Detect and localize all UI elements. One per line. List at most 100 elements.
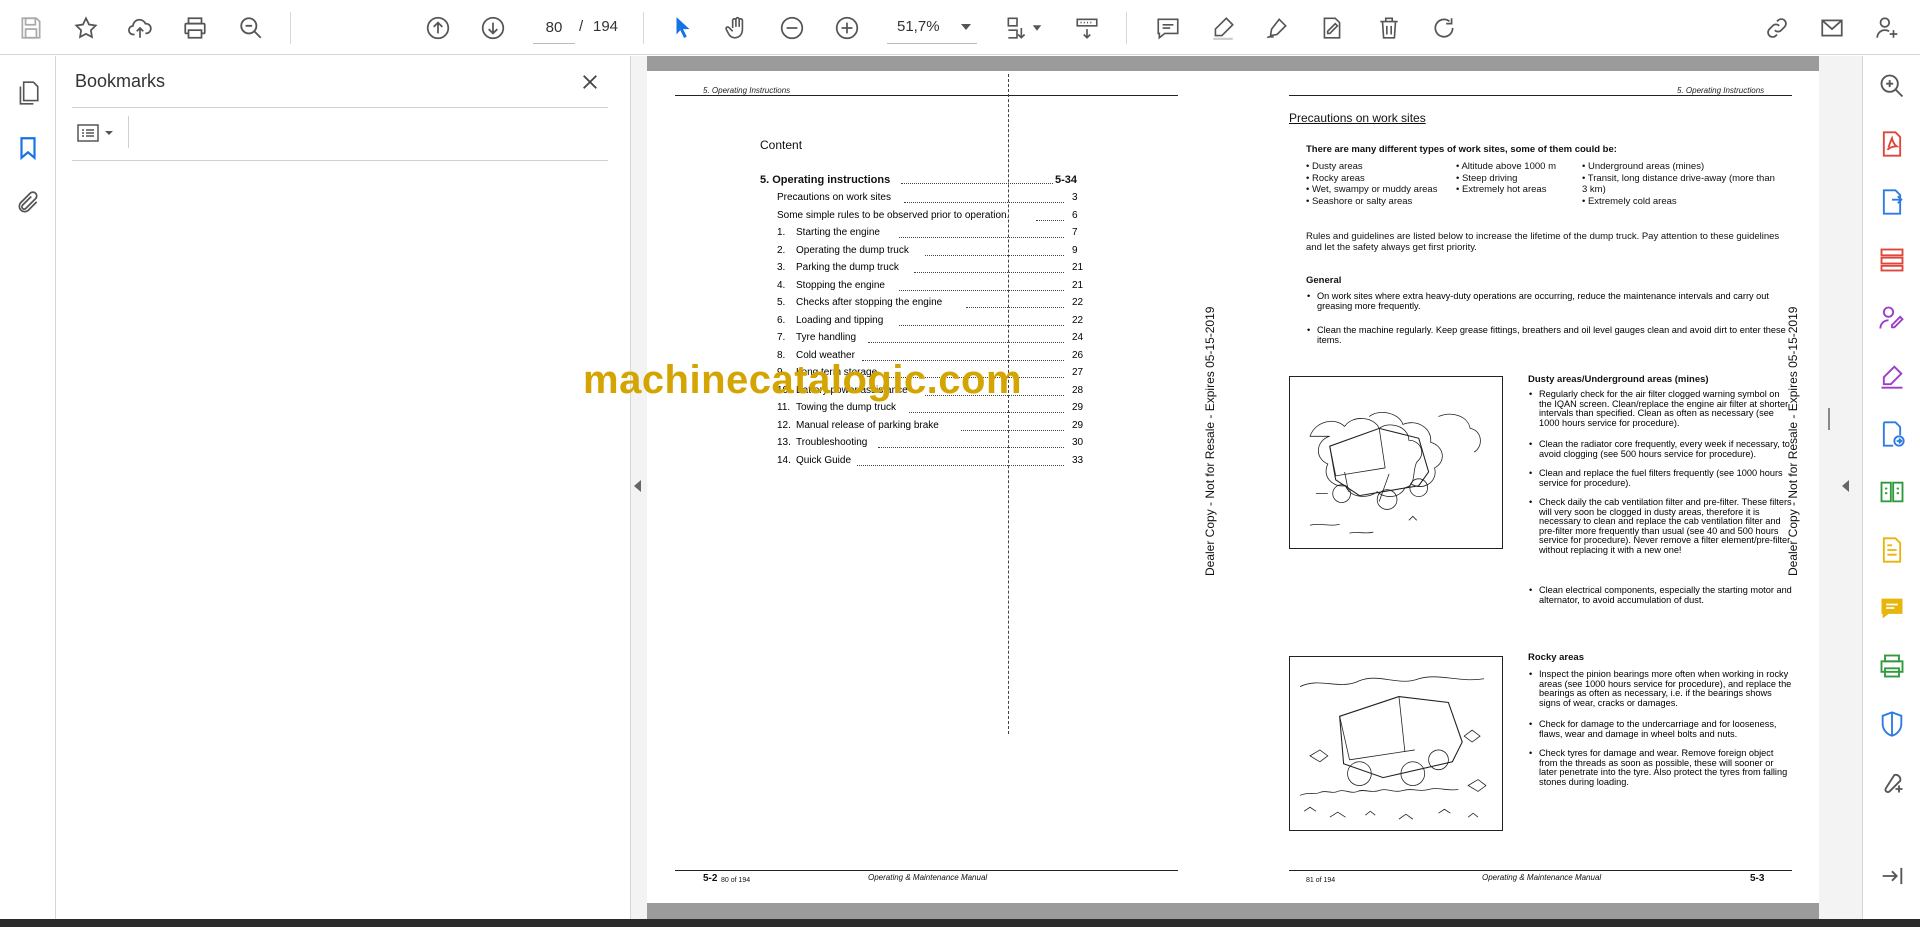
toc-row-label[interactable]: Parking the dump truck (796, 262, 899, 273)
zoom-level-value: 51,7% (897, 18, 940, 35)
compare-files-icon[interactable] (1876, 476, 1908, 508)
toc-leader-dots (878, 447, 1064, 448)
request-signatures-icon[interactable] (1876, 302, 1908, 334)
upload-cloud-icon[interactable] (123, 11, 157, 45)
bookmark-icon[interactable] (11, 131, 45, 165)
toc-row-label[interactable]: Towing the dump truck (796, 402, 896, 413)
page-fit-dropdown-icon[interactable] (1030, 11, 1044, 45)
highlight-pen-icon[interactable] (1206, 11, 1240, 45)
zoom-level-select[interactable]: 51,7% (887, 12, 977, 44)
next-page-icon[interactable] (476, 11, 510, 45)
toc-row-page[interactable]: 29 (1072, 402, 1083, 413)
toc-row-page[interactable]: 33 (1072, 455, 1083, 466)
toc-row-label[interactable]: Manual release of parking brake (796, 420, 939, 431)
email-icon[interactable] (1815, 11, 1849, 45)
star-icon[interactable] (69, 11, 103, 45)
hand-tool-icon[interactable] (720, 11, 754, 45)
scan-ocr-icon[interactable] (1876, 534, 1908, 566)
scroll-mode-icon[interactable] (1070, 11, 1104, 45)
zoom-out-icon[interactable] (775, 11, 809, 45)
toc-row-number[interactable]: 13. (777, 437, 791, 448)
rotate-icon[interactable] (1427, 11, 1461, 45)
toc-row-page[interactable]: 3 (1072, 192, 1078, 203)
toc-row-page[interactable]: 27 (1072, 367, 1083, 378)
toc-row-label[interactable]: Stopping the engine (796, 280, 885, 291)
toc-leader-dots (898, 289, 1064, 291)
zoom-tool-icon[interactable] (1876, 70, 1908, 102)
search-zoom-icon[interactable] (234, 11, 268, 45)
protect-shield-icon[interactable] (1876, 708, 1908, 740)
comment-icon[interactable] (1151, 11, 1185, 45)
previous-page-icon[interactable] (421, 11, 455, 45)
sign-pen-icon[interactable] (1260, 11, 1294, 45)
toc-row-number[interactable]: 7. (777, 332, 785, 343)
bookmark-options-button[interactable] (76, 118, 120, 148)
collapse-right-panel-button[interactable] (1832, 56, 1862, 919)
fill-sign-icon[interactable] (1876, 360, 1908, 392)
toc-row-page[interactable]: 22 (1072, 297, 1083, 308)
zoom-in-icon[interactable] (830, 11, 864, 45)
toc-row-number[interactable]: 12. (777, 420, 791, 431)
comment-tool-icon[interactable] (1876, 592, 1908, 624)
create-pdf-icon[interactable] (1876, 128, 1908, 160)
toc-row-number[interactable]: 5. (777, 297, 785, 308)
export-pdf-icon[interactable] (1876, 186, 1908, 218)
left-footer-title: Operating & Maintenance Manual (868, 873, 988, 882)
trash-icon[interactable] (1372, 11, 1406, 45)
select-cursor-icon[interactable] (666, 11, 700, 45)
page-fit-icon[interactable] (1000, 11, 1034, 45)
toc-row-page[interactable]: 9 (1072, 245, 1078, 256)
toc-row-label[interactable]: Loading and tipping (796, 315, 883, 326)
bullet-item: Clean the machine regularly. Keep grease… (1317, 325, 1786, 345)
page-number-input[interactable] (533, 12, 575, 44)
bullet-item: Clean the radiator core frequently, ever… (1539, 439, 1790, 459)
print-production-icon[interactable] (1876, 650, 1908, 682)
bullet-item: Clean and replace the fuel filters frequ… (1539, 468, 1783, 488)
work-site-item: 3 km) (1582, 184, 1606, 195)
share-link-icon[interactable] (1760, 11, 1794, 45)
toc-row-number[interactable]: 14. (777, 455, 791, 466)
expand-panel-icon[interactable] (1876, 860, 1908, 892)
toc-row-label[interactable]: Precautions on work sites (777, 192, 891, 203)
collapse-left-panel-button[interactable] (631, 56, 647, 919)
toc-row-label[interactable]: Operating the dump truck (796, 245, 909, 256)
toc-row-page[interactable]: 22 (1072, 315, 1083, 326)
toc-row-label[interactable]: Troubleshooting (796, 437, 867, 448)
work-site-item: • Rocky areas (1306, 172, 1365, 184)
toc-row-page[interactable]: 6 (1072, 210, 1078, 221)
toc-row-page[interactable]: 24 (1072, 332, 1083, 343)
toc-row-label[interactable]: Some simple rules to be observed prior t… (777, 210, 1009, 221)
toc-leader-dots (924, 254, 1064, 256)
toc-row-page[interactable]: 21 (1072, 280, 1083, 291)
toc-row-page[interactable]: 7 (1072, 227, 1078, 238)
toc-row-label[interactable]: Quick Guide (796, 455, 851, 466)
bullet-icon: • (1529, 439, 1533, 449)
close-icon[interactable] (576, 68, 604, 96)
toc-row-number[interactable]: 2. (777, 245, 785, 256)
add-user-icon[interactable] (1870, 11, 1904, 45)
send-for-review-icon[interactable] (1876, 418, 1908, 450)
toc-leader-dots (867, 342, 1064, 343)
edit-pdf-icon[interactable] (1315, 11, 1349, 45)
attachment-icon[interactable] (11, 186, 45, 220)
toc-row-number[interactable]: 11. (777, 402, 790, 413)
toc-row-page[interactable]: 29 (1072, 420, 1083, 431)
organize-pages-icon[interactable] (1876, 244, 1908, 276)
toc-row-number[interactable]: 3. (777, 262, 785, 273)
more-tools-icon[interactable] (1876, 766, 1908, 798)
toc-row-page[interactable]: 21 (1072, 262, 1083, 273)
toc-row-page[interactable]: 26 (1072, 350, 1083, 361)
toc-row-page[interactable]: 30 (1072, 437, 1083, 448)
toc-row-number[interactable]: 6. (777, 315, 785, 326)
print-icon[interactable] (178, 11, 212, 45)
toc-row-label[interactable]: Starting the engine (796, 227, 880, 238)
page-thumbnails-icon[interactable] (11, 76, 45, 110)
save-icon[interactable] (14, 11, 48, 45)
toc-row-number[interactable]: 4. (777, 280, 785, 291)
rocky-title: Rocky areas (1528, 652, 1584, 663)
toc-row-label[interactable]: Tyre handling (796, 332, 856, 343)
toc-row-number[interactable]: 1. (777, 227, 785, 238)
bullet-item: Clean electrical components, especially … (1539, 585, 1792, 605)
toc-row-label[interactable]: Checks after stopping the engine (796, 297, 942, 308)
toc-row-page[interactable]: 28 (1072, 385, 1083, 396)
